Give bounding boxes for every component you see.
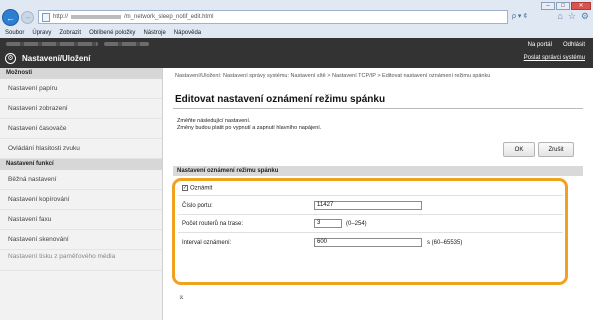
info-line-2: Změny budou platit po vypnutí a zapnutí …	[177, 125, 322, 131]
arrow-left-icon: ←	[6, 12, 15, 23]
routers-range: (0–254)	[346, 221, 367, 227]
address-actions[interactable]: ρ ▾ ¢	[512, 12, 527, 20]
page-icon	[42, 12, 50, 22]
notify-checkbox[interactable]: ✓	[182, 185, 188, 191]
maximize-icon[interactable]: □	[556, 2, 570, 10]
address-blurred-host	[71, 15, 122, 19]
menu-bar: Soubor Úpravy Zobrazit Oblíbené položky …	[0, 28, 593, 38]
sidebar-item-fax[interactable]: Nastavení faxu	[0, 210, 162, 230]
device-name-blurred	[6, 42, 98, 46]
mail-admin-link[interactable]: Poslat správci systému	[524, 55, 585, 61]
sidebar-item-volume[interactable]: Ovládání hlasitosti zvuku	[0, 139, 162, 159]
sidebar-item-display[interactable]: Nastavení zobrazení	[0, 99, 162, 119]
menu-help[interactable]: Nápověda	[174, 30, 201, 36]
row-divider	[178, 232, 563, 233]
portal-link[interactable]: Na portál	[528, 42, 552, 48]
arrow-right-icon: →	[24, 14, 31, 21]
menu-tools[interactable]: Nástroje	[143, 30, 165, 36]
home-icon[interactable]: ⌂	[557, 11, 562, 22]
ok-button[interactable]: OK	[503, 142, 535, 157]
page-title: Editovat nastavení oznámení režimu spánk…	[175, 94, 386, 105]
back-button[interactable]: ←	[2, 9, 19, 26]
forward-button[interactable]: →	[21, 11, 34, 24]
breadcrumb: Nastavení/Uložení: Nastavení správy syst…	[175, 73, 491, 79]
close-icon[interactable]: ✕	[571, 2, 591, 10]
info-line-1: Změňte následující nastavení.	[177, 118, 251, 124]
settings-logo-icon: ⚙	[5, 53, 16, 64]
back-to-top-icon[interactable]: ⌅	[178, 292, 185, 301]
window-controls: ‒ □ ✕	[541, 2, 591, 10]
app-title: Nastavení/Uložení	[22, 54, 91, 63]
gear-icon[interactable]: ⚙	[581, 11, 589, 22]
sidebar-item-media-print[interactable]: Nastavení tisku z paměťového média	[0, 250, 162, 271]
menu-favorites[interactable]: Oblíbené položky	[89, 30, 135, 36]
notify-row: ✓ Oznámit	[182, 185, 212, 192]
sidebar-header-functions: Nastavení funkcí	[0, 159, 162, 170]
cancel-button[interactable]: Zrušit	[538, 142, 574, 157]
section-header: Nastavení oznámení režimu spánku	[173, 166, 583, 176]
header-links: Na portál Odhlásit	[528, 42, 585, 48]
sidebar: Možnosti Nastavení papíru Nastavení zobr…	[0, 68, 163, 320]
device-info-blurred	[104, 42, 149, 46]
row-divider	[178, 214, 563, 215]
sidebar-item-common[interactable]: Běžná nastavení	[0, 170, 162, 190]
info-text: Změňte následující nastavení. Změny budo…	[177, 118, 321, 132]
port-label: Číslo portu:	[182, 203, 213, 209]
interval-range: s (60–65535)	[427, 240, 463, 246]
interval-input[interactable]: 600	[314, 238, 422, 247]
sidebar-item-copy[interactable]: Nastavení kopírování	[0, 190, 162, 210]
sidebar-item-timer[interactable]: Nastavení časovače	[0, 119, 162, 139]
menu-view[interactable]: Zobrazit	[59, 30, 81, 36]
title-divider	[173, 108, 583, 109]
routers-input[interactable]: 3	[314, 219, 342, 228]
address-bar[interactable]: http:// /m_network_sleep_notif_edit.html	[38, 10, 508, 24]
favorites-star-icon[interactable]: ☆	[568, 11, 576, 22]
row-divider	[178, 195, 563, 196]
sidebar-item-paper[interactable]: Nastavení papíru	[0, 79, 162, 99]
sidebar-header-options: Možnosti	[0, 68, 162, 79]
menu-edit[interactable]: Úpravy	[32, 30, 51, 36]
address-scheme: http://	[53, 14, 69, 20]
address-path: /m_network_sleep_notif_edit.html	[124, 14, 214, 20]
notify-label: Oznámit	[190, 185, 213, 192]
logout-link[interactable]: Odhlásit	[563, 42, 585, 48]
port-input[interactable]: 11427	[314, 201, 422, 210]
interval-label: Interval oznámení:	[182, 240, 232, 246]
app-header: ⚙ Nastavení/Uložení Na portál Odhlásit P…	[0, 38, 593, 68]
sidebar-item-scan[interactable]: Nastavení skenování	[0, 230, 162, 250]
toolbar-icons: ⌂ ☆ ⚙	[557, 11, 589, 22]
routers-label: Počet routerů na trase:	[182, 221, 244, 227]
menu-file[interactable]: Soubor	[5, 30, 24, 36]
minimize-icon[interactable]: ‒	[541, 2, 555, 10]
